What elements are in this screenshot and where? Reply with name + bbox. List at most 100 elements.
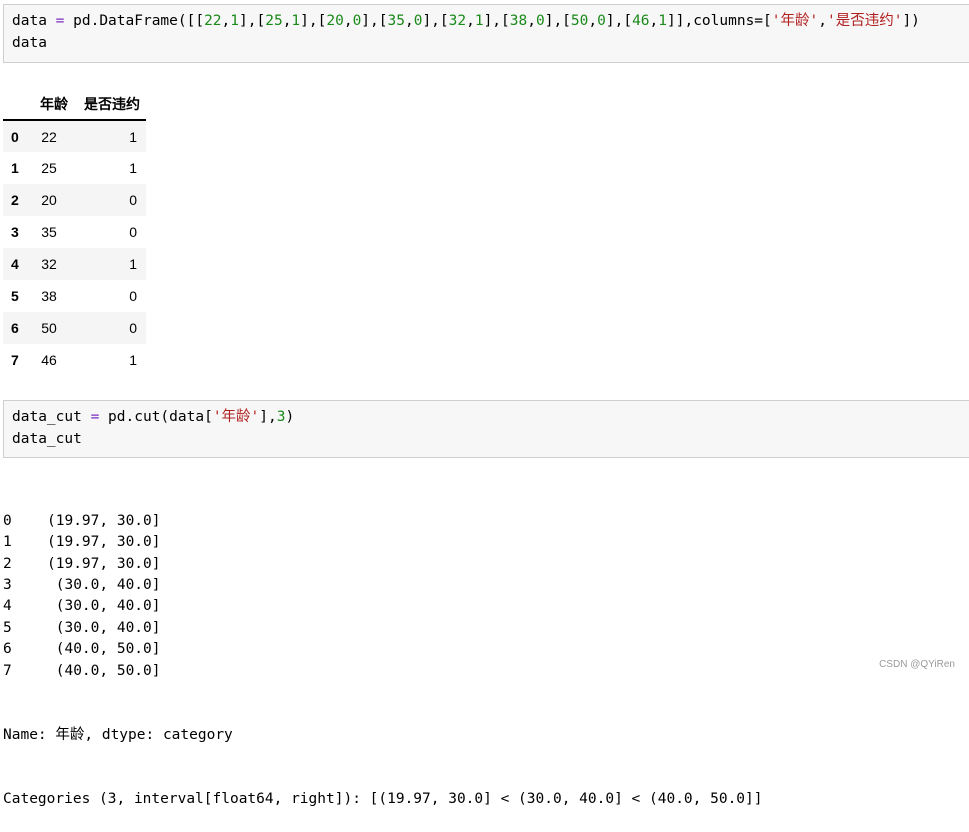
cell-default: 1 bbox=[129, 256, 137, 272]
series-value: (19.97, 30.0] bbox=[47, 512, 161, 529]
code-token: , bbox=[527, 13, 536, 29]
table-row: 6 50 0 bbox=[3, 312, 146, 344]
cell-default: 0 bbox=[129, 288, 137, 304]
series-row: 3 (30.0, 40.0] bbox=[3, 575, 763, 596]
series-index: 6 bbox=[3, 641, 12, 658]
code-token: 1 bbox=[474, 13, 484, 29]
table-header-row: 年龄 是否违约 bbox=[3, 88, 146, 121]
table-row: 4 32 1 bbox=[3, 248, 146, 280]
code-token: data bbox=[12, 34, 47, 51]
series-index: 7 bbox=[3, 662, 12, 679]
series-row: 7 (40.0, 50.0] bbox=[3, 661, 763, 682]
code-token: '年龄' bbox=[771, 13, 819, 29]
code-token: 50 bbox=[570, 13, 589, 29]
code-token: 0 bbox=[352, 13, 362, 29]
code-token: pd.DataFrame([[ bbox=[73, 13, 205, 29]
code-token: 1 bbox=[230, 13, 240, 29]
series-value: (19.97, 30.0] bbox=[47, 534, 161, 551]
series-value: (30.0, 40.0] bbox=[47, 598, 161, 615]
cell-age: 20 bbox=[41, 192, 57, 208]
code-token: ],[ bbox=[361, 13, 388, 29]
row-index: 7 bbox=[11, 352, 19, 368]
index-header bbox=[3, 88, 27, 121]
cut-output: 0 (19.97, 30.0] 1 (19.97, 30.0] 2 (19.97, 30.… bbox=[3, 468, 763, 832]
cell-age: 22 bbox=[41, 128, 57, 145]
code-token: ],[ bbox=[544, 13, 571, 29]
code-token: 38 bbox=[509, 13, 528, 29]
code-token: 32 bbox=[448, 13, 467, 29]
cell-age: 32 bbox=[41, 256, 57, 272]
code-token: ],[ bbox=[483, 13, 510, 29]
row-index: 5 bbox=[11, 288, 19, 304]
code-token: , bbox=[649, 13, 659, 29]
table-row: 3 35 0 bbox=[3, 216, 146, 248]
column-header-age: 年龄 bbox=[27, 88, 71, 121]
code-token: 46 bbox=[632, 13, 650, 29]
code-token: 1 bbox=[658, 13, 667, 29]
code-token: ], bbox=[259, 409, 277, 425]
code-token: ],[ bbox=[300, 13, 327, 29]
code-token: '年龄' bbox=[212, 409, 260, 425]
table-row: 5 38 0 bbox=[3, 280, 146, 312]
cell-default: 0 bbox=[129, 192, 137, 208]
code-token: 35 bbox=[387, 13, 405, 29]
series-row: 1 (19.97, 30.0] bbox=[3, 532, 763, 553]
watermark: CSDN @QYiRen bbox=[879, 659, 955, 670]
series-row: 6 (40.0, 50.0] bbox=[3, 639, 763, 660]
table-row: 1 25 1 bbox=[3, 152, 146, 184]
code-token: = bbox=[81, 409, 109, 425]
code-token: 1 bbox=[291, 13, 301, 29]
code-token: , bbox=[588, 13, 598, 29]
series-name-line: Name: 年龄, dtype: category bbox=[3, 726, 233, 743]
series-index: 2 bbox=[3, 555, 12, 572]
code-token: ],[ bbox=[605, 13, 633, 29]
code-token: ]],columns=[ bbox=[667, 13, 772, 29]
series-row: 5 (30.0, 40.0] bbox=[3, 618, 763, 639]
cell-default: 1 bbox=[129, 352, 137, 368]
series-index: 5 bbox=[3, 619, 12, 636]
series-index: 4 bbox=[3, 598, 12, 615]
code-token: ],[ bbox=[422, 13, 449, 29]
series-row: 4 (30.0, 40.0] bbox=[3, 596, 763, 617]
series-value: (40.0, 50.0] bbox=[47, 641, 161, 658]
code-cell-cut[interactable]: data_cut = pd.cut(data['年龄'],3) data_cut bbox=[3, 400, 969, 458]
series-value: (19.97, 30.0] bbox=[47, 555, 161, 572]
row-index: 3 bbox=[11, 224, 19, 240]
code-token: , bbox=[818, 13, 827, 29]
series-index: 0 bbox=[3, 512, 12, 529]
cell-age: 50 bbox=[41, 320, 57, 336]
series-row: 2 (19.97, 30.0] bbox=[3, 554, 763, 575]
cell-default: 1 bbox=[129, 160, 137, 176]
table-row: 7 46 1 bbox=[3, 344, 146, 376]
code-token: , bbox=[466, 13, 475, 29]
code-token: 0 bbox=[535, 13, 545, 29]
code-token: data_cut bbox=[12, 409, 82, 425]
cell-age: 38 bbox=[41, 288, 57, 304]
column-header-default: 是否违约 bbox=[71, 88, 146, 121]
cell-age: 46 bbox=[41, 352, 57, 368]
code-token: ],[ bbox=[239, 13, 266, 29]
code-token: data_cut bbox=[12, 430, 82, 447]
row-index: 1 bbox=[11, 160, 19, 176]
code-token: '是否违约' bbox=[826, 13, 903, 29]
code-token: 22 bbox=[204, 13, 222, 29]
code-token: data bbox=[12, 13, 47, 29]
table-row: 0 22 1 bbox=[3, 120, 146, 152]
cell-age: 35 bbox=[41, 224, 57, 240]
code-token: , bbox=[221, 13, 231, 29]
row-index: 2 bbox=[11, 192, 19, 208]
cell-age: 25 bbox=[41, 160, 57, 176]
code-token: 0 bbox=[597, 13, 606, 29]
series-row: 0 (19.97, 30.0] bbox=[3, 511, 763, 532]
row-index: 6 bbox=[11, 320, 19, 336]
code-cell-dataframe[interactable]: data = pd.DataFrame([[22,1],[25,1],[20,0… bbox=[3, 4, 969, 63]
series-categories-line: Categories (3, interval[float64, right])… bbox=[3, 790, 763, 807]
code-token: , bbox=[343, 13, 353, 29]
code-token: = bbox=[46, 13, 74, 29]
code-token: ]) bbox=[902, 13, 920, 29]
code-token: ) bbox=[285, 409, 295, 425]
code-token: pd.cut(data[ bbox=[108, 409, 213, 425]
series-value: (40.0, 50.0] bbox=[47, 662, 161, 679]
table-row: 2 20 0 bbox=[3, 184, 146, 216]
row-index: 0 bbox=[11, 128, 19, 145]
